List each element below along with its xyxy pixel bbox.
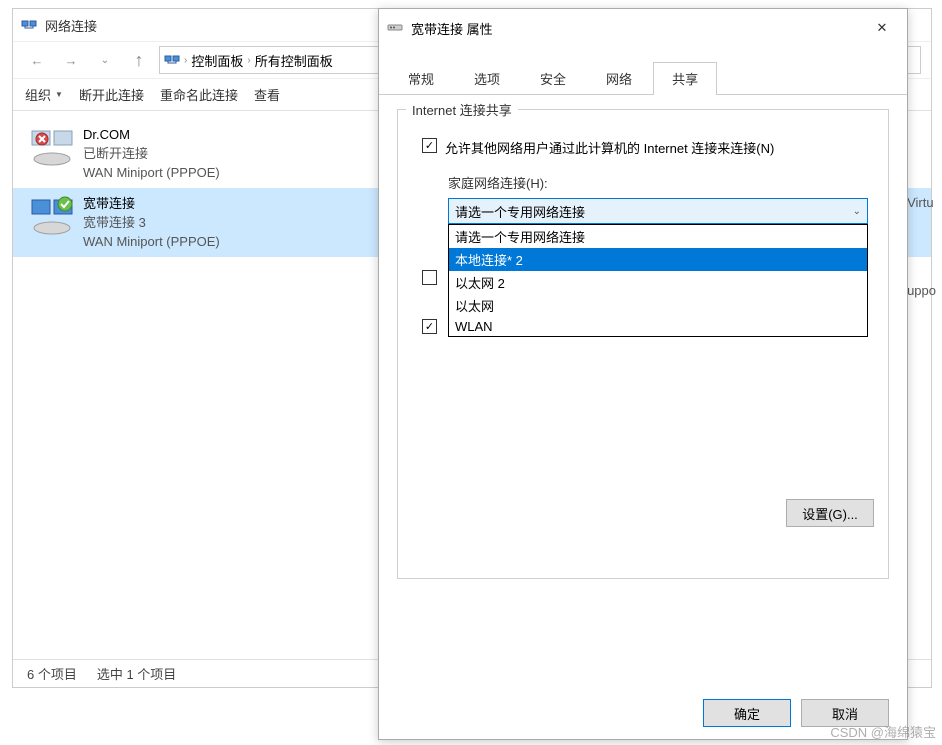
chevron-down-icon: ⌄ [853, 206, 861, 217]
tab-sharing[interactable]: 共享 [653, 62, 717, 95]
watermark: CSDN @海绵猿宝 [830, 722, 936, 741]
tab-network[interactable]: 网络 [587, 62, 651, 95]
home-network-label: 家庭网络连接(H): [448, 173, 874, 192]
connection-status: 宽带连接 3 [83, 213, 220, 232]
connection-icon [29, 194, 75, 243]
chevron-down-icon: ▼ [55, 90, 63, 99]
network-connections-icon [164, 52, 180, 68]
dropdown-list: 请选一个专用网络连接 本地连接* 2 以太网 2 以太网 WLAN [448, 224, 868, 337]
connection-driver: WAN Miniport (PPPOE) [83, 163, 220, 182]
settings-button[interactable]: 设置(G)... [786, 499, 874, 527]
close-icon: ✕ [877, 20, 888, 36]
toolbar-organize[interactable]: 组织▼ [25, 85, 63, 104]
properties-dialog: 宽带连接 属性 ✕ 常规 选项 安全 网络 共享 Internet 连接共享 允… [378, 8, 908, 740]
ok-button[interactable]: 确定 [703, 699, 791, 727]
close-button[interactable]: ✕ [865, 15, 899, 41]
network-connections-icon [21, 17, 37, 33]
tab-general[interactable]: 常规 [389, 62, 453, 95]
connection-icon [29, 125, 75, 174]
nav-up-button[interactable]: ↑ [125, 46, 153, 74]
checkbox-obscured-2[interactable] [422, 319, 437, 334]
dropdown-option[interactable]: 本地连接* 2 [449, 248, 867, 271]
status-count: 6 个项目 [27, 664, 77, 683]
checkbox-label: 允许其他网络用户通过此计算机的 Internet 连接来连接(N) [445, 138, 774, 157]
toolbar-disconnect[interactable]: 断开此连接 [79, 85, 144, 104]
group-title: Internet 连接共享 [406, 100, 518, 119]
connection-name: 宽带连接 [83, 194, 220, 213]
nav-forward-button[interactable]: → [57, 46, 85, 74]
status-selected: 选中 1 个项目 [97, 664, 176, 683]
tab-strip: 常规 选项 安全 网络 共享 [379, 61, 907, 95]
tab-options[interactable]: 选项 [455, 62, 519, 95]
nav-recent-button[interactable]: ⌄ [91, 46, 119, 74]
allow-sharing-row[interactable]: 允许其他网络用户通过此计算机的 Internet 连接来连接(N) [422, 138, 874, 157]
connection-status: 已断开连接 [83, 144, 220, 163]
connection-driver: WAN Miniport (PPPOE) [83, 232, 220, 251]
checkbox-obscured-1[interactable] [422, 270, 437, 285]
breadcrumb-item[interactable]: 所有控制面板 [255, 51, 333, 70]
checkbox-allow-sharing[interactable] [422, 138, 437, 153]
select-value: 请选一个专用网络连接 [455, 202, 585, 221]
chevron-right-icon: › [184, 55, 187, 66]
dialog-titlebar: 宽带连接 属性 ✕ [379, 9, 907, 47]
toolbar-view[interactable]: 查看 [254, 85, 280, 104]
nav-back-button[interactable]: ← [23, 46, 51, 74]
truncated-right-text: Virtu uppo [907, 195, 936, 371]
home-network-select[interactable]: 请选一个专用网络连接 ⌄ [448, 198, 868, 224]
dropdown-option[interactable]: 以太网 2 [449, 271, 867, 294]
tab-sheet: Internet 连接共享 允许其他网络用户通过此计算机的 Internet 连… [379, 95, 907, 695]
toolbar-rename[interactable]: 重命名此连接 [160, 85, 238, 104]
connection-name: Dr.COM [83, 125, 220, 144]
modem-icon [387, 19, 403, 38]
explorer-title: 网络连接 [45, 16, 97, 35]
dialog-title: 宽带连接 属性 [411, 19, 493, 38]
dropdown-option[interactable]: 以太网 [449, 294, 867, 317]
dropdown-option[interactable]: 请选一个专用网络连接 [449, 225, 867, 248]
tab-security[interactable]: 安全 [521, 62, 585, 95]
sharing-groupbox: Internet 连接共享 允许其他网络用户通过此计算机的 Internet 连… [397, 109, 889, 579]
home-network-select-wrap: 请选一个专用网络连接 ⌄ 请选一个专用网络连接 本地连接* 2 以太网 2 以太… [448, 198, 868, 224]
dropdown-option[interactable]: WLAN [449, 317, 867, 336]
chevron-right-icon: › [247, 55, 250, 66]
breadcrumb-item[interactable]: 控制面板 [191, 51, 243, 70]
